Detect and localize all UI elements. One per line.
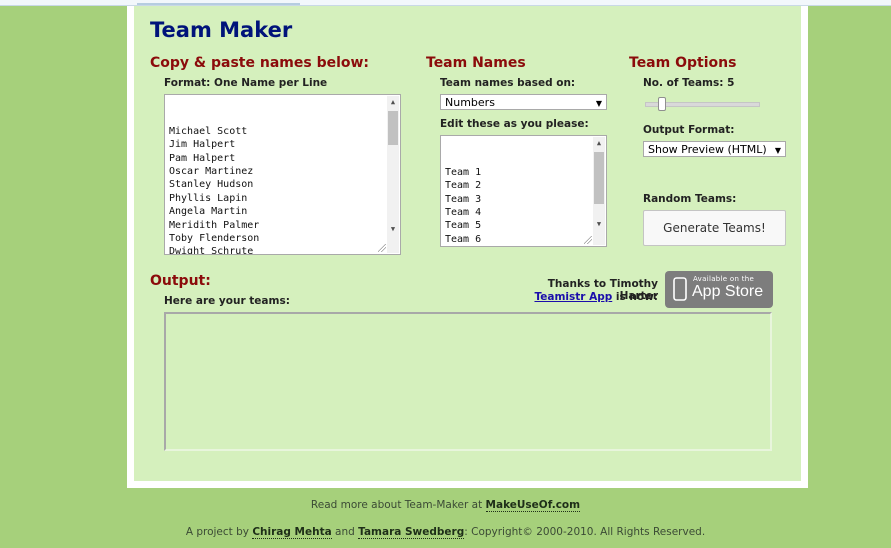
names-textarea[interactable]: Michael Scott Jim Halpert Pam Halpert Os… <box>164 94 401 255</box>
scroll-down-arrow-icon[interactable]: ▼ <box>593 219 605 229</box>
scroll-up-arrow-icon[interactable]: ▲ <box>387 97 399 107</box>
chevron-down-icon: ▼ <box>595 99 602 108</box>
appstore-small-text: Available on the <box>693 275 755 283</box>
output-format-value: Show Preview (HTML) <box>648 143 767 156</box>
num-teams-label: No. of Teams: 5 <box>643 77 735 89</box>
resize-grip-icon[interactable] <box>378 244 386 252</box>
phone-icon <box>673 277 687 301</box>
format-label: Format: One Name per Line <box>164 77 328 89</box>
edit-label: Edit these as you please: <box>440 118 589 130</box>
output-format-select[interactable]: Show Preview (HTML) ▼ <box>643 141 786 157</box>
output-sublabel: Here are your teams: <box>164 295 290 307</box>
author2-link[interactable]: Tamara Swedberg <box>358 526 465 539</box>
project-prefix: A project by <box>185 526 253 538</box>
appstore-big-text: App Store <box>692 283 764 300</box>
scroll-thumb[interactable] <box>594 152 604 204</box>
names-text: Michael Scott Jim Halpert Pam Halpert Os… <box>169 125 260 255</box>
names-heading: Copy & paste names below: <box>150 55 370 71</box>
output-area[interactable] <box>164 312 772 451</box>
copyright-text: : Copyright© 2000-2010. All Rights Reser… <box>464 526 706 538</box>
output-format-label: Output Format: <box>643 124 735 136</box>
teamistr-app-link[interactable]: Teamistr App <box>534 291 612 303</box>
scroll-thumb[interactable] <box>388 111 398 145</box>
tab-indicator <box>137 3 300 5</box>
generate-teams-button[interactable]: Generate Teams! <box>643 210 786 246</box>
team-options-heading: Team Options <box>629 55 737 71</box>
read-more-line: Read more about Team-Maker at MakeUseOf.… <box>0 499 891 512</box>
team-names-text: Team 1 Team 2 Team 3 Team 4 Team 5 Team … <box>445 166 482 245</box>
and-text: and <box>331 526 359 538</box>
page-title: Team Maker <box>150 18 293 42</box>
team-names-based-on-select[interactable]: Numbers ▼ <box>440 94 607 110</box>
author1-link[interactable]: Chirag Mehta <box>252 526 332 539</box>
chevron-down-icon: ▼ <box>774 146 781 155</box>
scroll-down-arrow-icon[interactable]: ▼ <box>387 224 399 234</box>
resize-grip-icon[interactable] <box>584 236 592 244</box>
names-scrollbar[interactable]: ▲ ▼ <box>387 96 399 253</box>
makeuseof-link[interactable]: MakeUseOf.com <box>485 499 581 512</box>
team-names-heading: Team Names <box>426 55 526 71</box>
teamistr-line: Teamistr App is now: <box>523 291 658 303</box>
team-names-scrollbar[interactable]: ▲ ▼ <box>593 137 605 245</box>
scroll-up-arrow-icon[interactable]: ▲ <box>593 138 605 148</box>
read-more-prefix: Read more about Team-Maker at <box>310 499 486 511</box>
num-teams-slider-thumb[interactable] <box>658 97 666 111</box>
team-names-textarea[interactable]: Team 1 Team 2 Team 3 Team 4 Team 5 Team … <box>440 135 607 247</box>
random-teams-label: Random Teams: <box>643 193 737 205</box>
credits-line: A project by Chirag Mehta and Tamara Swe… <box>0 526 891 539</box>
is-now-text: is now: <box>612 291 658 303</box>
based-on-value: Numbers <box>445 96 495 109</box>
app-store-badge[interactable]: Available on the App Store <box>665 271 773 308</box>
output-heading: Output: <box>150 273 211 289</box>
based-on-label: Team names based on: <box>440 77 576 89</box>
